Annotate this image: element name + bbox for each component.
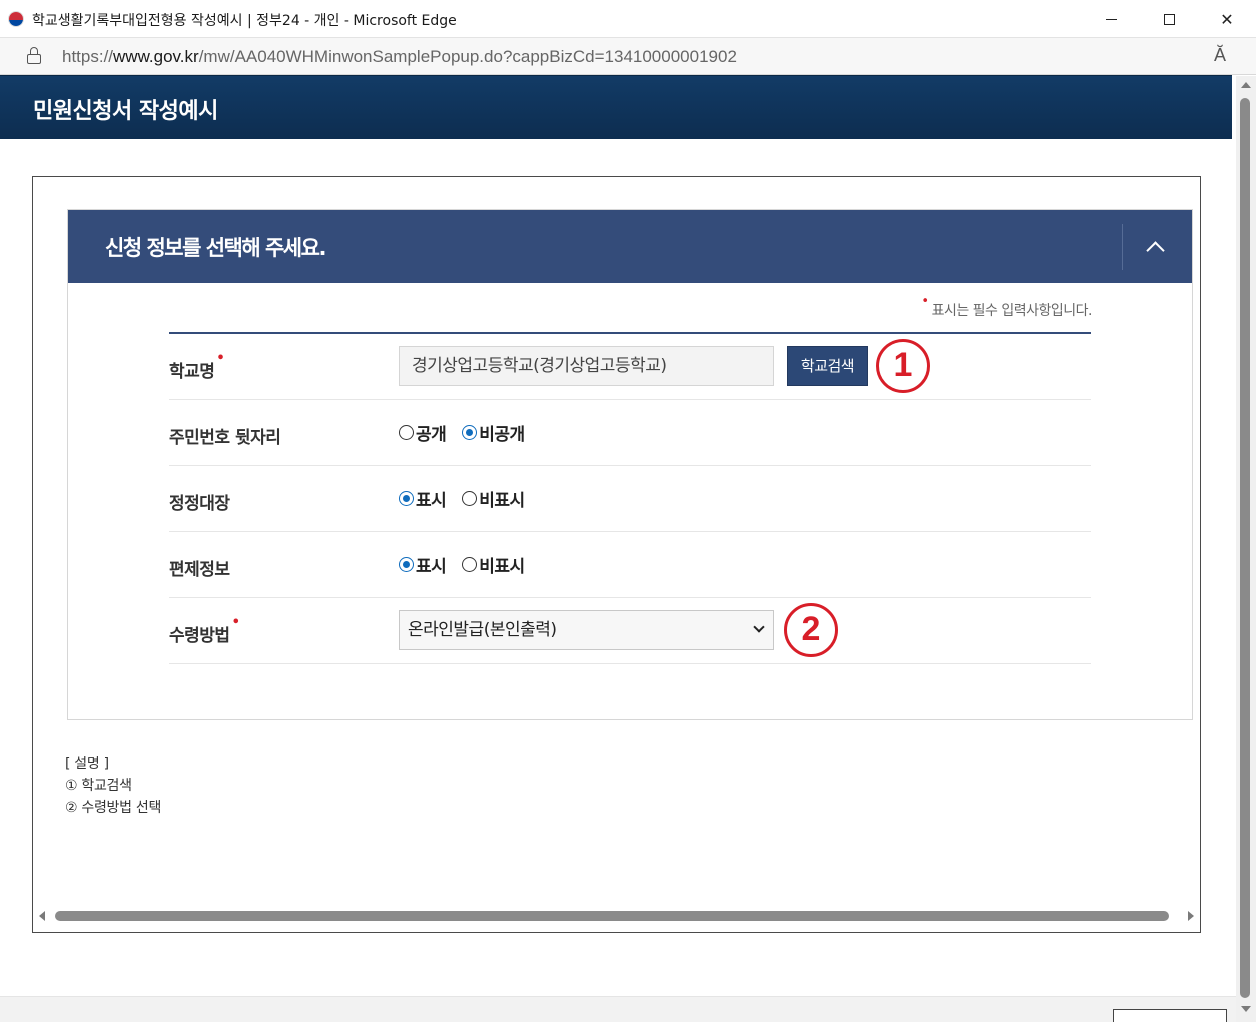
- radio-correction-show[interactable]: 표시: [399, 486, 447, 511]
- correction-radio-group: 표시 비표시: [399, 486, 541, 511]
- form-row-transfer: 편제정보 표시 비표시: [169, 532, 1091, 598]
- school-search-button[interactable]: 학교검색: [787, 346, 868, 386]
- radio-circle-checked[interactable]: [399, 491, 414, 506]
- url-host: www.gov.kr: [113, 47, 199, 66]
- chevron-up-icon: [1146, 241, 1165, 260]
- scroll-left-icon[interactable]: [39, 911, 45, 921]
- vertical-scroll-thumb[interactable]: [1240, 98, 1250, 998]
- sample-frame: 신청 정보를 선택해 주세요. •표시는 필수 입력사항입니다. 학교명• 경기…: [32, 176, 1201, 933]
- url-protocol: https://: [62, 47, 114, 66]
- window-titlebar: 학교생활기록부대입전형용 작성예시 | 정부24 - 개인 - Microsof…: [0, 0, 1256, 38]
- horizontal-scrollbar[interactable]: [33, 905, 1200, 927]
- chevron-down-icon: [753, 621, 765, 633]
- read-aloud-icon[interactable]: Ă: [1214, 45, 1226, 66]
- page-title: 민원신청서 작성예시: [33, 99, 218, 124]
- receive-label: 수령방법•: [169, 615, 240, 646]
- form-row-receive: 수령방법• 온라인발급(본인출력) 2: [169, 598, 1091, 664]
- scroll-up-icon[interactable]: [1241, 82, 1251, 88]
- form-table: 학교명• 경기상업고등학교(경기상업고등학교) 학교검색 1 주민번호 뒷자리 …: [169, 332, 1091, 664]
- school-name-input[interactable]: 경기상업고등학교(경기상업고등학교): [399, 346, 774, 386]
- maximize-button[interactable]: [1140, 0, 1198, 38]
- required-marker: •: [231, 615, 240, 630]
- address-bar[interactable]: https://www.gov.kr/mw/AA040WHMinwonSampl…: [0, 38, 1256, 75]
- partial-button[interactable]: [1113, 1009, 1227, 1022]
- radio-circle-checked[interactable]: [462, 425, 478, 440]
- window-title: 학교생활기록부대입전형용 작성예시 | 정부24 - 개인 - Microsof…: [32, 13, 457, 29]
- radio-circle[interactable]: [462, 557, 478, 572]
- radio-ssn-public[interactable]: 공개: [399, 420, 447, 445]
- close-icon: ✕: [1220, 9, 1234, 29]
- scroll-down-icon[interactable]: [1241, 1006, 1251, 1012]
- radio-circle-checked[interactable]: [399, 557, 414, 572]
- receive-method-select[interactable]: 온라인발급(본인출력): [399, 610, 774, 650]
- receive-method-value: 온라인발급(본인출력): [408, 620, 557, 640]
- close-button[interactable]: ✕: [1198, 0, 1256, 38]
- collapse-button[interactable]: [1138, 230, 1174, 266]
- transfer-label: 편제정보: [169, 560, 230, 580]
- radio-circle[interactable]: [399, 425, 414, 440]
- correction-label: 정정대장: [169, 494, 230, 514]
- radio-correction-hide[interactable]: 비표시: [462, 486, 525, 511]
- header-divider: [1122, 224, 1123, 270]
- required-marker: •: [921, 294, 929, 309]
- radio-transfer-show[interactable]: 표시: [399, 552, 447, 577]
- vertical-scrollbar[interactable]: [1236, 76, 1256, 1022]
- url-path: /mw/AA040WHMinwonSamplePopup.do?cappBizC…: [198, 47, 737, 66]
- url-text[interactable]: https://www.gov.kr/mw/AA040WHMinwonSampl…: [62, 47, 737, 67]
- form-row-ssn: 주민번호 뒷자리 공개 비공개: [169, 400, 1091, 466]
- explanation-item: ② 수령방법 선택: [65, 800, 162, 816]
- school-label: 학교명•: [169, 351, 225, 382]
- form-row-school: 학교명• 경기상업고등학교(경기상업고등학교) 학교검색 1: [169, 334, 1091, 400]
- minimize-icon: [1105, 18, 1117, 20]
- panel-header: 신청 정보를 선택해 주세요.: [68, 210, 1192, 283]
- callout-2: 2: [784, 603, 838, 657]
- bottom-strip: [0, 996, 1236, 1022]
- explanation: [ 설명 ] ① 학교검색 ② 수령방법 선택: [65, 753, 161, 819]
- gov-logo-icon: [8, 11, 24, 27]
- lock-icon[interactable]: [26, 47, 42, 65]
- maximize-icon: [1163, 13, 1175, 25]
- required-note-text: 표시는 필수 입력사항입니다.: [931, 303, 1093, 319]
- minimize-button[interactable]: [1082, 0, 1140, 38]
- page-header: 민원신청서 작성예시: [0, 75, 1232, 139]
- horizontal-scroll-thumb[interactable]: [55, 911, 1169, 921]
- transfer-radio-group: 표시 비표시: [399, 552, 541, 577]
- radio-circle[interactable]: [462, 491, 478, 506]
- form-row-correction: 정정대장 표시 비표시: [169, 466, 1091, 532]
- required-marker: •: [216, 351, 225, 366]
- callout-1: 1: [876, 339, 930, 393]
- explanation-heading: [ 설명 ]: [65, 756, 109, 772]
- ssn-label: 주민번호 뒷자리: [169, 428, 281, 448]
- panel-title: 신청 정보를 선택해 주세요.: [105, 236, 326, 260]
- required-note: •표시는 필수 입력사항입니다.: [921, 294, 1093, 320]
- ssn-radio-group: 공개 비공개: [399, 420, 541, 445]
- radio-ssn-private[interactable]: 비공개: [462, 420, 525, 445]
- scroll-right-icon[interactable]: [1188, 911, 1194, 921]
- explanation-item: ① 학교검색: [65, 778, 132, 794]
- application-panel: 신청 정보를 선택해 주세요. •표시는 필수 입력사항입니다. 학교명• 경기…: [67, 209, 1193, 720]
- radio-transfer-hide[interactable]: 비표시: [462, 552, 525, 577]
